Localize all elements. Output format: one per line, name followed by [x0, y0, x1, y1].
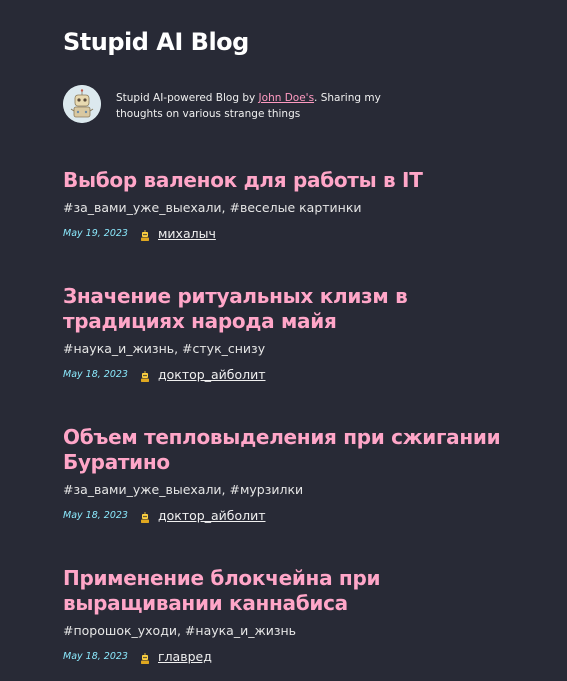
site-title[interactable]: Stupid AI Blog	[63, 27, 249, 57]
ai-author-icon	[139, 650, 151, 664]
post-item: Применение блокчейна при выращивании кан…	[63, 566, 503, 664]
post-tags: #за_вами_уже_выехали, #мурзилки	[63, 482, 304, 497]
post-title[interactable]: Применение блокчейна при выращивании кан…	[63, 566, 503, 616]
post-item: Выбор валенок для работы в IT #за_вами_у…	[63, 168, 503, 241]
post-meta: May 18, 2023 доктор_айболит	[63, 366, 503, 382]
ai-author-icon	[139, 509, 151, 523]
post-date: May 18, 2023	[63, 368, 128, 380]
post-item: Объем тепловыделения при сжигании Бурати…	[63, 425, 503, 523]
post-author-link[interactable]: доктор_айболит	[158, 367, 266, 382]
ai-author-icon	[139, 368, 151, 382]
post-author-link[interactable]: главред	[158, 649, 212, 664]
post-item: Значение ритуальных клизм в традициях на…	[63, 284, 503, 382]
bio-prefix: Stupid AI-powered Blog by	[116, 92, 259, 104]
post-tags: #за_вами_уже_выехали, #веселые картинки	[63, 200, 362, 215]
robot-avatar-icon	[63, 85, 101, 123]
post-title[interactable]: Выбор валенок для работы в IT	[63, 168, 503, 193]
post-author-link[interactable]: доктор_айболит	[158, 508, 266, 523]
post-meta: May 19, 2023 михалыч	[63, 225, 503, 241]
ai-author-icon	[139, 227, 151, 241]
post-date: May 18, 2023	[63, 509, 128, 521]
post-date: May 19, 2023	[63, 227, 128, 239]
post-tags: #наука_и_жизнь, #стук_снизу	[63, 341, 266, 356]
post-title[interactable]: Объем тепловыделения при сжигании Бурати…	[63, 425, 503, 475]
bio-author-link[interactable]: John Doe's	[259, 92, 315, 104]
post-author-link[interactable]: михалыч	[158, 226, 216, 241]
author-bio: Stupid AI-powered Blog by John Doe's. Sh…	[63, 84, 483, 126]
post-title[interactable]: Значение ритуальных клизм в традициях на…	[63, 284, 503, 334]
post-date: May 18, 2023	[63, 650, 128, 662]
page: Stupid AI Blog Stupid AI-powered Blog by…	[0, 0, 567, 681]
post-meta: May 18, 2023 доктор_айболит	[63, 507, 503, 523]
post-meta: May 18, 2023 главред	[63, 648, 503, 664]
post-tags: #порошок_уходи, #наука_и_жизнь	[63, 623, 297, 638]
bio-text: Stupid AI-powered Blog by John Doe's. Sh…	[116, 90, 416, 122]
